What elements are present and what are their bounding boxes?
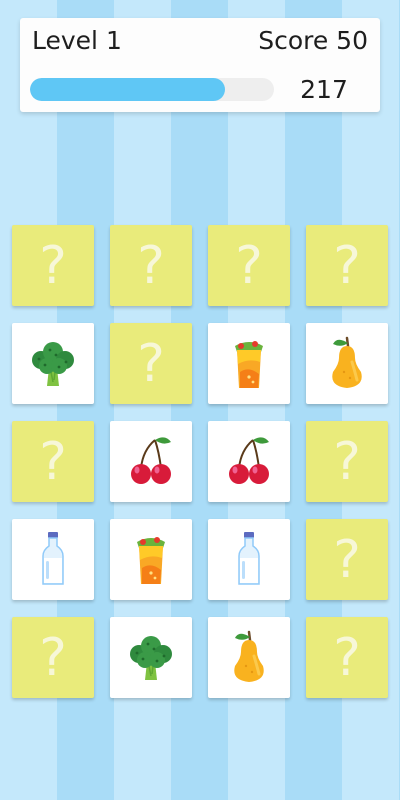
- card-revealed[interactable]: [110, 421, 192, 502]
- question-mark-icon: ?: [333, 627, 361, 688]
- card-revealed[interactable]: [110, 519, 192, 600]
- card-hidden[interactable]: ?: [306, 519, 388, 600]
- question-mark-icon: ?: [137, 235, 165, 296]
- card-grid: ???? ? ? ? ? ? ?: [12, 225, 390, 701]
- card-revealed[interactable]: [12, 323, 94, 404]
- card-hidden[interactable]: ?: [110, 225, 192, 306]
- card-revealed[interactable]: [12, 519, 94, 600]
- broccoli-icon: [23, 332, 83, 396]
- card-hidden[interactable]: ?: [306, 225, 388, 306]
- card-revealed[interactable]: [208, 617, 290, 698]
- hud-panel: Level 1 Score 50 217: [20, 18, 380, 112]
- question-mark-icon: ?: [39, 627, 67, 688]
- question-mark-icon: ?: [137, 333, 165, 394]
- card-hidden[interactable]: ?: [12, 617, 94, 698]
- cherries-icon: [121, 430, 181, 494]
- card-hidden[interactable]: ?: [208, 225, 290, 306]
- time-progress-bar: [30, 78, 274, 101]
- card-revealed[interactable]: [208, 421, 290, 502]
- timer-value: 217: [300, 75, 348, 104]
- cherries-icon: [219, 430, 279, 494]
- question-mark-icon: ?: [333, 431, 361, 492]
- time-progress-fill: [30, 78, 226, 101]
- question-mark-icon: ?: [39, 431, 67, 492]
- burrito-icon: [219, 332, 279, 396]
- card-hidden[interactable]: ?: [12, 421, 94, 502]
- card-hidden[interactable]: ?: [306, 617, 388, 698]
- burrito-icon: [121, 528, 181, 592]
- card-revealed[interactable]: [208, 519, 290, 600]
- question-mark-icon: ?: [333, 235, 361, 296]
- milk-bottle-icon: [23, 528, 83, 592]
- card-hidden[interactable]: ?: [306, 421, 388, 502]
- pear-icon: [219, 626, 279, 690]
- card-hidden[interactable]: ?: [110, 323, 192, 404]
- card-revealed[interactable]: [208, 323, 290, 404]
- card-revealed[interactable]: [110, 617, 192, 698]
- card-hidden[interactable]: ?: [12, 225, 94, 306]
- score-label: Score 50: [258, 26, 368, 55]
- milk-bottle-icon: [219, 528, 279, 592]
- question-mark-icon: ?: [333, 529, 361, 590]
- pear-icon: [317, 332, 377, 396]
- card-revealed[interactable]: [306, 323, 388, 404]
- question-mark-icon: ?: [235, 235, 263, 296]
- question-mark-icon: ?: [39, 235, 67, 296]
- broccoli-icon: [121, 626, 181, 690]
- level-label: Level 1: [32, 26, 122, 55]
